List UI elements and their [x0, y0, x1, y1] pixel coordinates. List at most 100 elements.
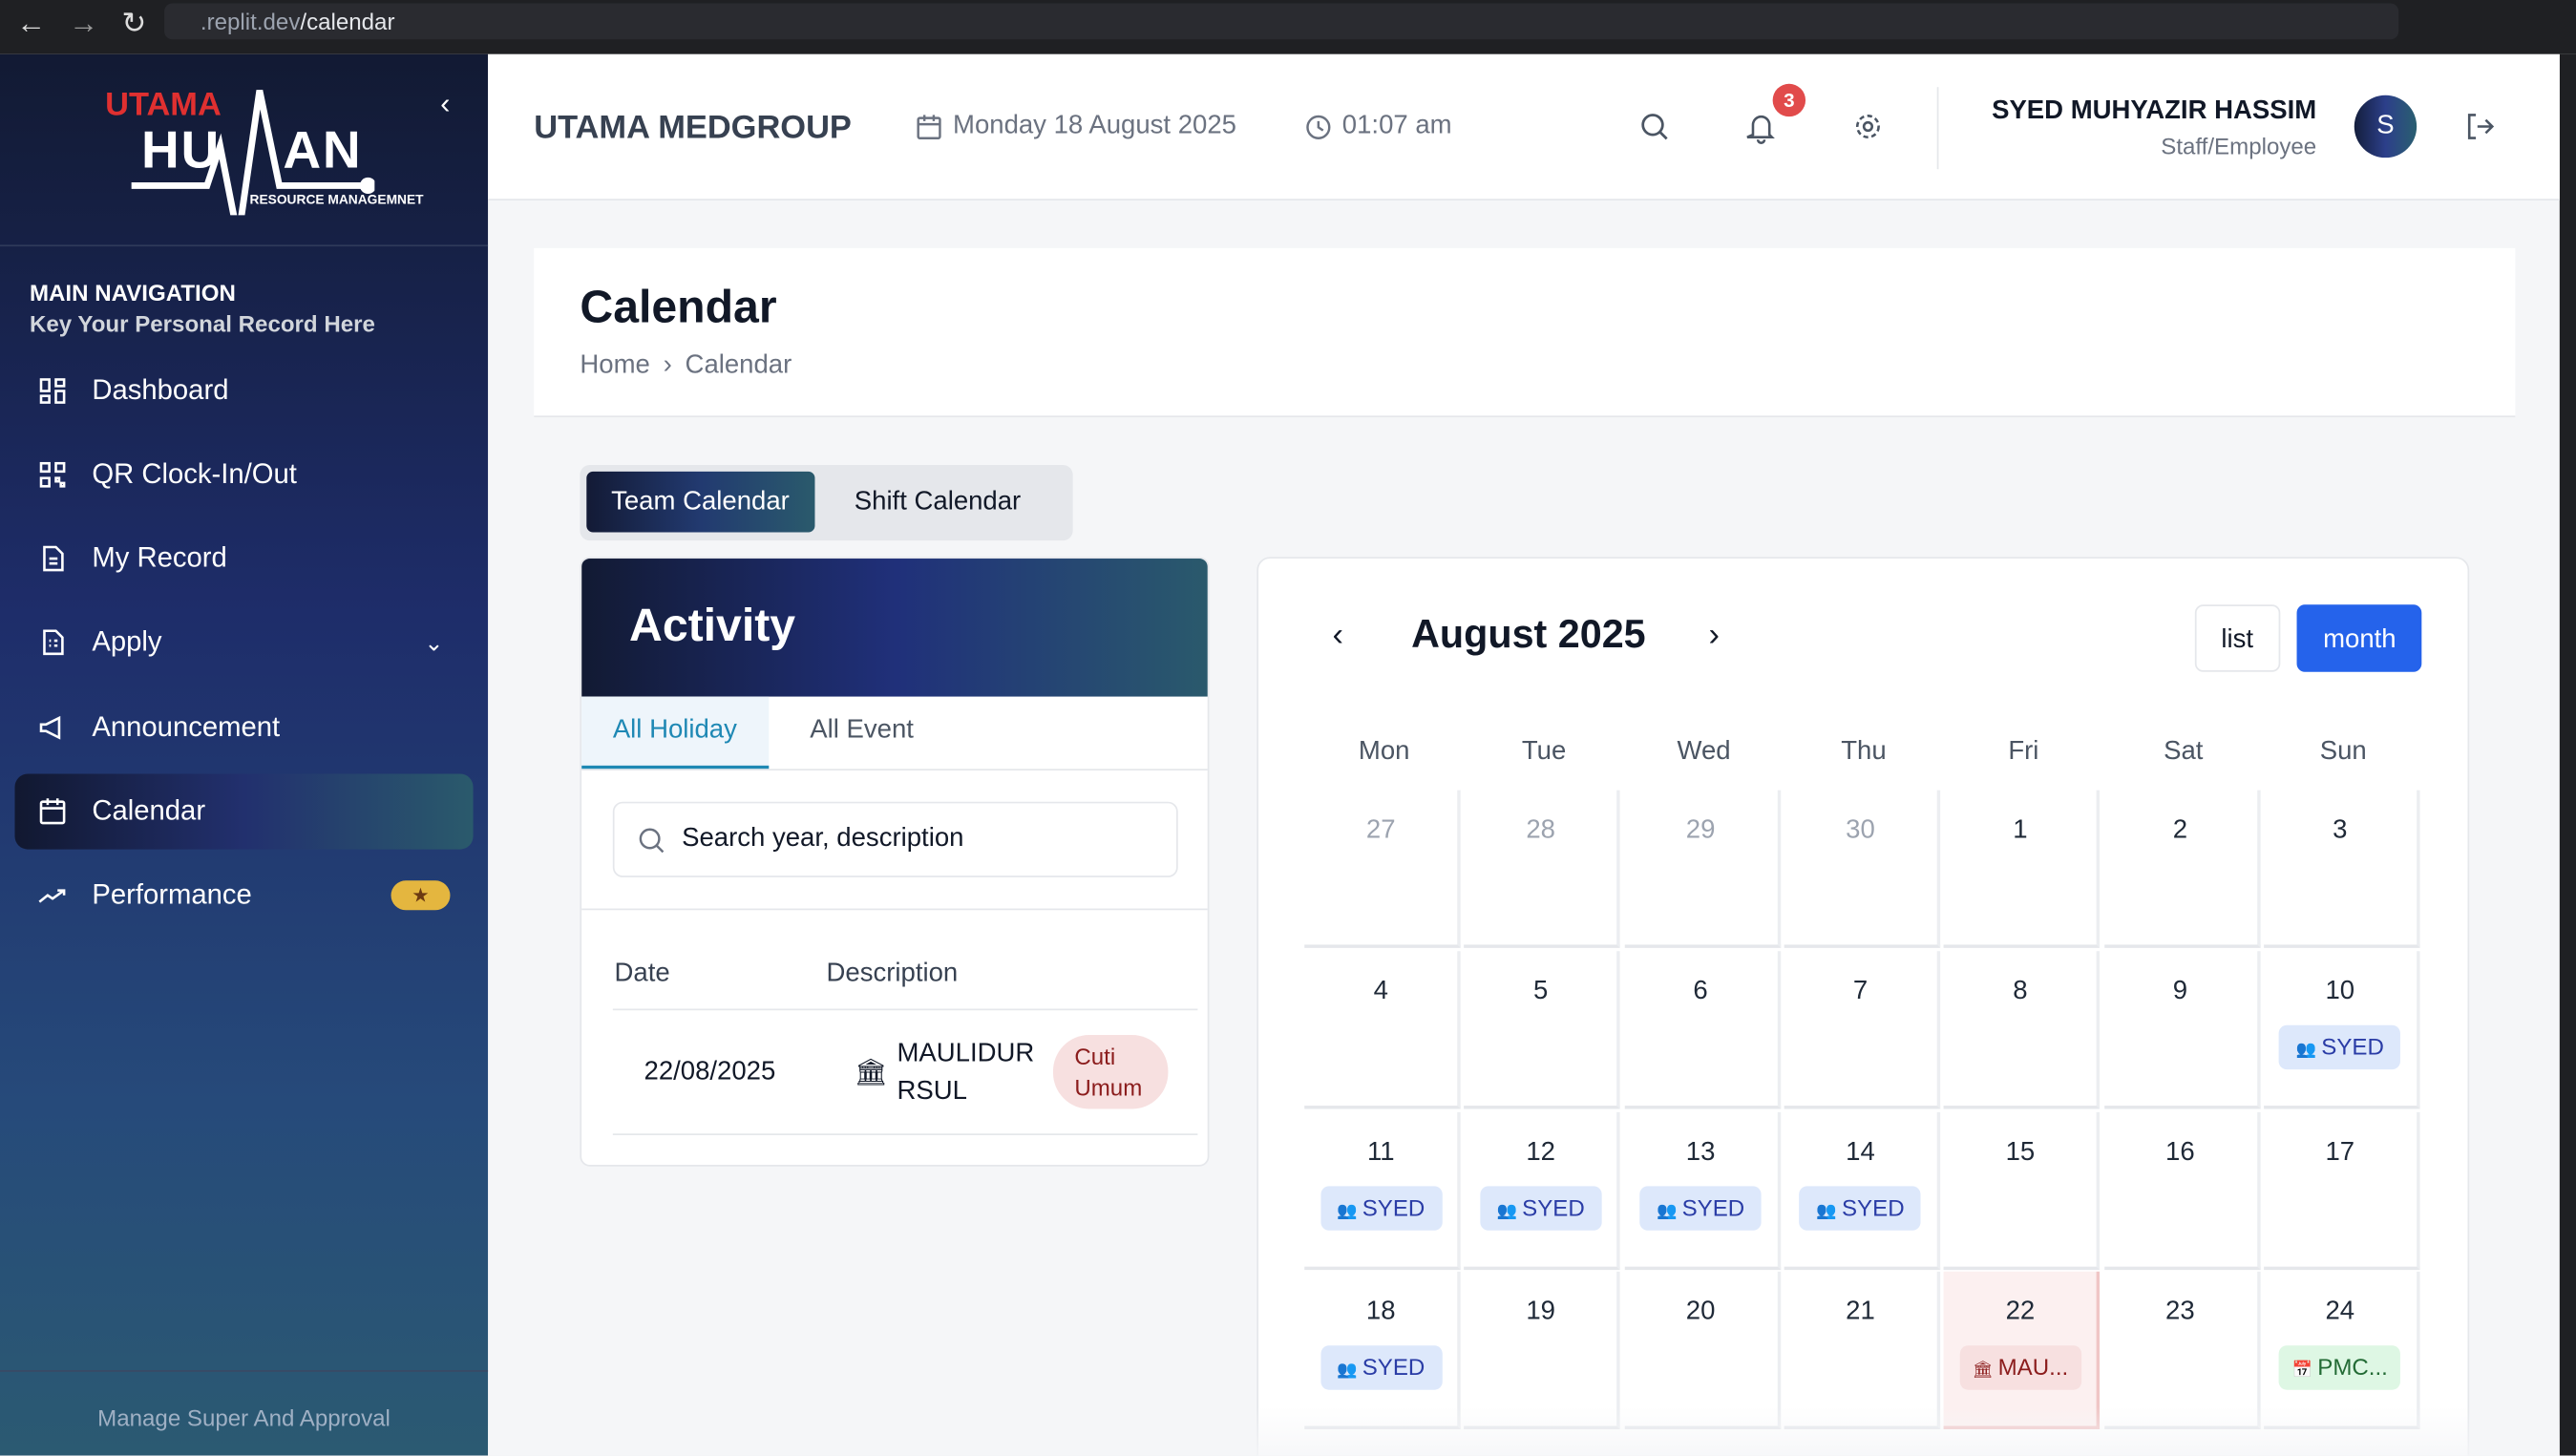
day-cell[interactable]: 28	[1464, 790, 1621, 948]
qr-icon	[39, 461, 66, 488]
calendar-card: ‹ August 2025 › list month Mon Tue Wed Thu F…	[1256, 557, 2470, 1456]
current-time: 01:07 am	[1304, 112, 1452, 141]
calendar-event[interactable]: 👥 SYED	[2279, 1024, 2401, 1069]
reload-icon[interactable]: ↻	[121, 7, 146, 41]
search-icon[interactable]	[1639, 112, 1669, 141]
day-cell[interactable]: 10 👥 SYED	[2263, 950, 2420, 1109]
day-cell[interactable]: 12 👥 SYED	[1464, 1111, 1621, 1270]
back-icon[interactable]: ←	[16, 7, 46, 41]
event-label: SYED	[1681, 1193, 1745, 1220]
event-label: MAU...	[1997, 1354, 2069, 1382]
user-role: Staff/Employee	[2161, 133, 2317, 159]
table-row[interactable]: 22/08/2025 🏛 MAULIDUR RSUL Cuti Umum	[613, 1010, 1198, 1133]
day-cell[interactable]: 11 👥 SYED	[1304, 1111, 1461, 1270]
day-cell[interactable]: 1	[1943, 790, 2101, 948]
divider	[581, 769, 1208, 771]
weekday-sun: Sun	[2319, 737, 2367, 766]
url-bar[interactable]: .replit.dev/calendar	[164, 3, 2399, 40]
holiday-building-icon: 🏛	[1972, 1362, 1994, 1382]
day-cell[interactable]: 2	[2103, 790, 2260, 948]
day-cell[interactable]: 15	[1943, 1111, 2101, 1270]
calendar-event[interactable]: 🏛 MAU...	[1959, 1345, 2081, 1391]
bell-icon[interactable]	[1746, 112, 1776, 144]
day-cell[interactable]: 30	[1784, 790, 1940, 948]
holiday-building-icon: 🏛	[854, 1059, 888, 1088]
day-number: 19	[1526, 1298, 1555, 1327]
day-cell[interactable]: 4	[1304, 950, 1461, 1109]
clock-icon	[1306, 114, 1331, 139]
day-cell[interactable]: 8	[1943, 950, 2101, 1109]
event-label: SYED	[1841, 1193, 1905, 1220]
day-cell[interactable]: 3	[2263, 790, 2420, 948]
day-cell[interactable]: 14 👥 SYED	[1784, 1111, 1940, 1270]
search-icon	[639, 827, 665, 853]
badge-line: Cuti	[1074, 1043, 1116, 1070]
calendar-icon	[917, 114, 941, 139]
list-view-button[interactable]: list	[2194, 604, 2280, 672]
chevron-right-icon: ›	[663, 351, 672, 380]
day-number: 15	[2005, 1137, 2036, 1166]
sidebar-item-label: Dashboard	[92, 374, 229, 407]
tab-all-event[interactable]: All Event	[779, 697, 945, 770]
calendar-event[interactable]: 👥 SYED	[1320, 1345, 1442, 1391]
logout-icon[interactable]	[2464, 112, 2495, 141]
prev-month-icon[interactable]: ‹	[1332, 618, 1342, 656]
page-title-card: Calendar Home › Calendar	[534, 247, 2516, 418]
day-cell[interactable]: 16	[2103, 1111, 2260, 1270]
tab-all-holiday[interactable]: All Holiday	[581, 696, 769, 770]
sidebar-item-my-record[interactable]: My Record	[14, 520, 473, 596]
day-number: 30	[1846, 816, 1875, 845]
row-date: 22/08/2025	[644, 1058, 776, 1087]
event-label: SYED	[1362, 1193, 1425, 1220]
chevron-down-icon: ⌄	[424, 628, 444, 655]
calendar-event[interactable]: 👥 SYED	[1639, 1185, 1762, 1231]
calendar-event[interactable]: 👥 SYED	[1799, 1185, 1922, 1231]
page-title: Calendar	[580, 281, 777, 332]
sidebar-item-dashboard[interactable]: Dashboard	[14, 353, 473, 429]
current-date: Monday 18 August 2025	[915, 112, 1236, 141]
day-cell[interactable]: 9	[2103, 950, 2260, 1109]
sidebar-item-announcement[interactable]: Announcement	[14, 690, 473, 766]
day-cell[interactable]: 17	[2263, 1111, 2420, 1270]
day-number: 28	[1526, 816, 1555, 845]
calendar-event[interactable]: 👥 SYED	[1480, 1185, 1602, 1231]
sidebar-item-apply[interactable]: Apply ⌄	[14, 604, 473, 680]
gear-icon[interactable]	[1853, 112, 1883, 141]
day-cell[interactable]: 27	[1304, 790, 1461, 948]
day-cell[interactable]: 5	[1464, 950, 1621, 1109]
tab-team-calendar[interactable]: Team Calendar	[586, 471, 814, 533]
sidebar-item-calendar[interactable]: Calendar	[14, 773, 474, 850]
calendar-event-icon: 📅	[2291, 1362, 2313, 1382]
sidebar-footer-link[interactable]: Manage Super And Approval	[0, 1370, 489, 1455]
calendar-event[interactable]: 📅 PMC...	[2279, 1345, 2401, 1391]
day-cell[interactable]: 6	[1624, 950, 1781, 1109]
avatar[interactable]: S	[2354, 95, 2418, 158]
search-placeholder: Search year, description	[682, 824, 964, 854]
nav-title: MAIN NAVIGATION	[29, 279, 236, 306]
event-label: SYED	[1362, 1354, 1425, 1382]
weekday-sat: Sat	[2164, 737, 2204, 766]
month-view-button[interactable]: month	[2296, 604, 2423, 672]
forward-icon[interactable]: →	[69, 7, 98, 41]
breadcrumb-home[interactable]: Home	[580, 351, 649, 381]
sidebar-item-qr-clock[interactable]: QR Clock-In/Out	[14, 437, 473, 513]
document-icon	[43, 545, 64, 572]
logo: UTAMA HU AN RESOURCE MANAGEMNET ‹	[0, 54, 489, 247]
calendar-icon	[39, 798, 66, 825]
calendar-event[interactable]: 👥 SYED	[1320, 1185, 1442, 1231]
weekday-mon: Mon	[1358, 737, 1410, 766]
tab-shift-calendar[interactable]: Shift Calendar	[830, 472, 1045, 533]
next-month-icon[interactable]: ›	[1709, 618, 1720, 656]
collapse-sidebar-icon[interactable]: ‹	[440, 87, 450, 121]
bottom-fade	[488, 1405, 2560, 1456]
day-number: 29	[1685, 816, 1716, 845]
day-number: 17	[2325, 1137, 2355, 1166]
sidebar-item-performance[interactable]: Performance ★	[14, 857, 473, 933]
nav-header: MAIN NAVIGATION Key Your Personal Record …	[30, 278, 375, 340]
url-path: /calendar	[300, 8, 395, 35]
breadcrumb-current: Calendar	[685, 351, 792, 380]
day-cell[interactable]: 7	[1784, 950, 1940, 1109]
day-cell[interactable]: 29	[1624, 790, 1781, 948]
activity-search-input[interactable]: Search year, description	[612, 801, 1178, 877]
day-cell[interactable]: 13 👥 SYED	[1624, 1111, 1781, 1270]
